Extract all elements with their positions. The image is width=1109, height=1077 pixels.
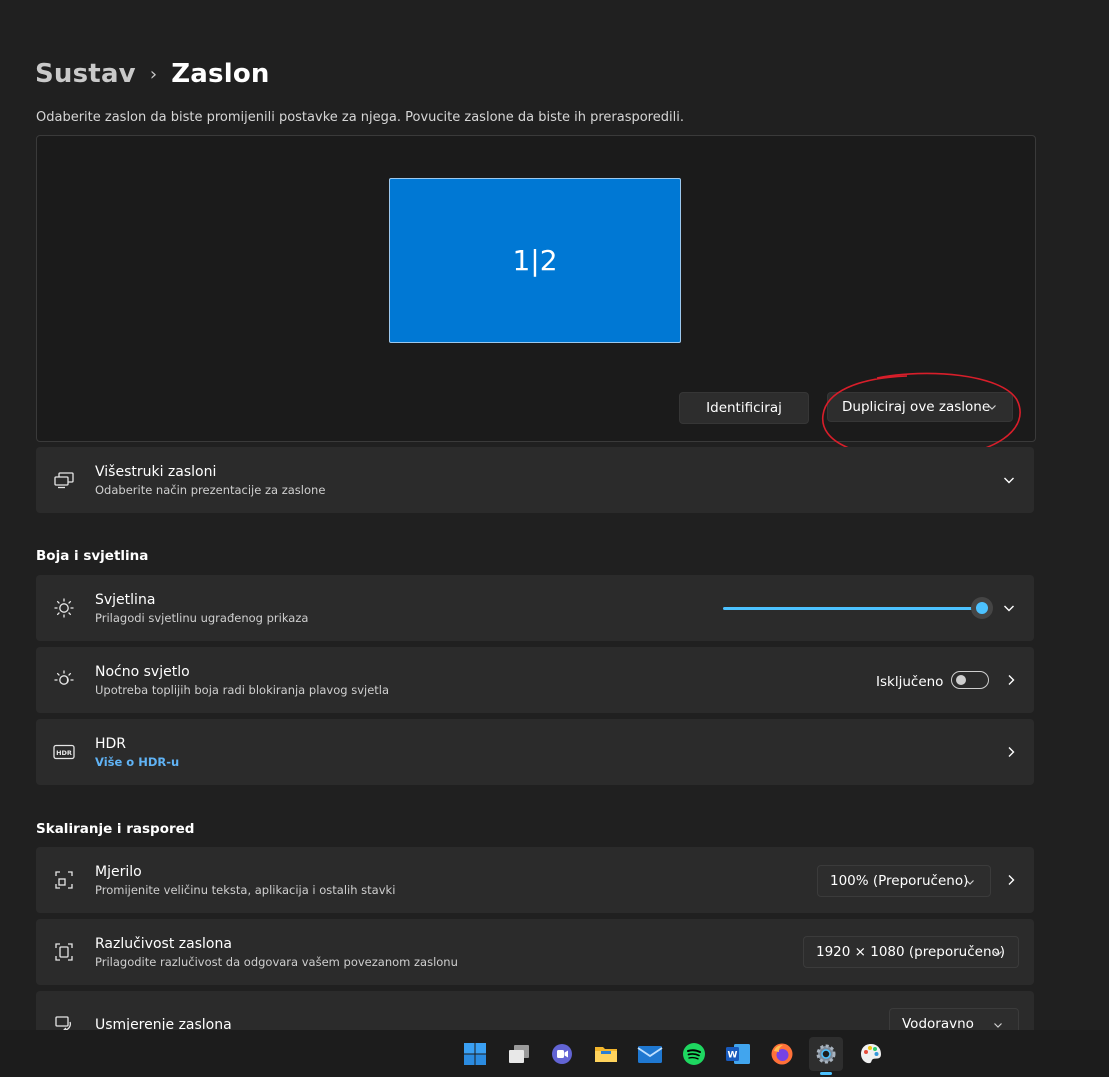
task-view-icon[interactable] xyxy=(502,1037,536,1071)
section-color-brightness: Boja i svjetlina xyxy=(36,548,149,564)
spotify-icon[interactable] xyxy=(677,1037,711,1071)
chevron-down-icon xyxy=(994,1023,1002,1028)
resolution-dropdown[interactable]: 1920 × 1080 (preporučeno) xyxy=(803,936,1019,968)
night-light-toggle[interactable] xyxy=(951,671,989,689)
orientation-icon xyxy=(53,1013,75,1030)
chevron-right-icon[interactable] xyxy=(1004,745,1018,759)
hdr-title: HDR xyxy=(95,736,127,752)
brightness-icon xyxy=(53,597,75,619)
night-light-state-label: Isključeno xyxy=(876,674,944,690)
chevron-down-icon[interactable] xyxy=(1002,473,1016,487)
taskbar: W xyxy=(0,1030,1109,1077)
resolution-card[interactable]: Razlučivost zaslona Prilagodite razlučiv… xyxy=(36,919,1034,985)
breadcrumb: Sustav › Zaslon xyxy=(35,54,270,94)
settings-icon[interactable] xyxy=(809,1037,843,1075)
section-scale-layout: Skaliranje i raspored xyxy=(36,821,195,837)
resolution-value: 1920 × 1080 (preporučeno) xyxy=(816,944,1006,960)
chevron-right-icon[interactable] xyxy=(1004,873,1018,887)
scale-value: 100% (Preporučeno) xyxy=(830,873,969,889)
chevron-down-icon xyxy=(966,880,974,885)
multiple-displays-icon xyxy=(53,469,75,491)
svg-text:HDR: HDR xyxy=(56,749,72,757)
orientation-dropdown[interactable]: Vodoravno xyxy=(889,1008,1019,1030)
night-light-title: Noćno svjetlo xyxy=(95,664,190,680)
teams-chat-icon[interactable] xyxy=(545,1037,579,1071)
page-title: Zaslon xyxy=(171,59,270,89)
resolution-title: Razlučivost zaslona xyxy=(95,936,232,952)
identify-button[interactable]: Identificiraj xyxy=(679,392,809,424)
monitor-1-2[interactable]: 1|2 xyxy=(389,178,681,343)
brightness-title: Svjetlina xyxy=(95,592,156,608)
resolution-subtitle: Prilagodite razlučivost da odgovara vaše… xyxy=(95,955,458,969)
multiple-displays-title: Višestruki zasloni xyxy=(95,464,217,480)
orientation-card[interactable]: Usmjerenje zaslona Vodoravno xyxy=(36,991,1034,1030)
orientation-value: Vodoravno xyxy=(902,1016,974,1030)
orientation-title: Usmjerenje zaslona xyxy=(95,1017,232,1030)
scale-icon xyxy=(53,869,75,891)
scale-dropdown[interactable]: 100% (Preporučeno) xyxy=(817,865,991,897)
night-light-subtitle: Upotreba toplijih boja radi blokiranja p… xyxy=(95,683,390,697)
scale-subtitle: Promijenite veličinu teksta, aplikacija … xyxy=(95,883,396,897)
multiple-displays-card[interactable]: Višestruki zasloni Odaberite način preze… xyxy=(36,447,1034,513)
svg-text:W: W xyxy=(728,1051,738,1061)
brightness-subtitle: Prilagodi svjetlinu ugrađenog prikaza xyxy=(95,611,309,625)
chevron-right-icon[interactable] xyxy=(1004,673,1018,687)
night-light-icon xyxy=(53,669,75,691)
resolution-icon xyxy=(53,941,75,963)
scale-title: Mjerilo xyxy=(95,864,142,880)
word-icon[interactable]: W xyxy=(721,1037,755,1071)
scale-card[interactable]: Mjerilo Promijenite veličinu teksta, apl… xyxy=(36,847,1034,913)
hdr-icon: HDR xyxy=(53,741,75,763)
firefox-icon[interactable] xyxy=(765,1037,799,1071)
display-arrangement-area[interactable]: 1|2 Identificiraj Dupliciraj ove zaslone xyxy=(36,135,1036,459)
brightness-slider-thumb[interactable] xyxy=(971,597,993,619)
start-icon[interactable] xyxy=(458,1037,492,1071)
chevron-down-icon xyxy=(994,951,1002,956)
hdr-card[interactable]: HDR HDR Više o HDR-u xyxy=(36,719,1034,785)
brightness-slider-track[interactable] xyxy=(723,607,981,610)
brightness-card[interactable]: Svjetlina Prilagodi svjetlinu ugrađenog … xyxy=(36,575,1034,641)
chevron-down-icon[interactable] xyxy=(1002,601,1016,615)
breadcrumb-sustav-link[interactable]: Sustav xyxy=(35,59,136,89)
breadcrumb-chevron-icon: › xyxy=(149,63,158,85)
mail-icon[interactable] xyxy=(633,1037,667,1071)
night-light-card[interactable]: Noćno svjetlo Upotreba toplijih boja rad… xyxy=(36,647,1034,713)
file-explorer-icon[interactable] xyxy=(589,1037,623,1071)
paint-icon[interactable] xyxy=(854,1037,888,1071)
hdr-learn-more-link[interactable]: Više o HDR-u xyxy=(95,755,179,769)
arrangement-instructions: Odaberite zaslon da biste promijenili po… xyxy=(36,110,684,125)
multiple-displays-subtitle: Odaberite način prezentacije za zaslone xyxy=(95,483,326,497)
